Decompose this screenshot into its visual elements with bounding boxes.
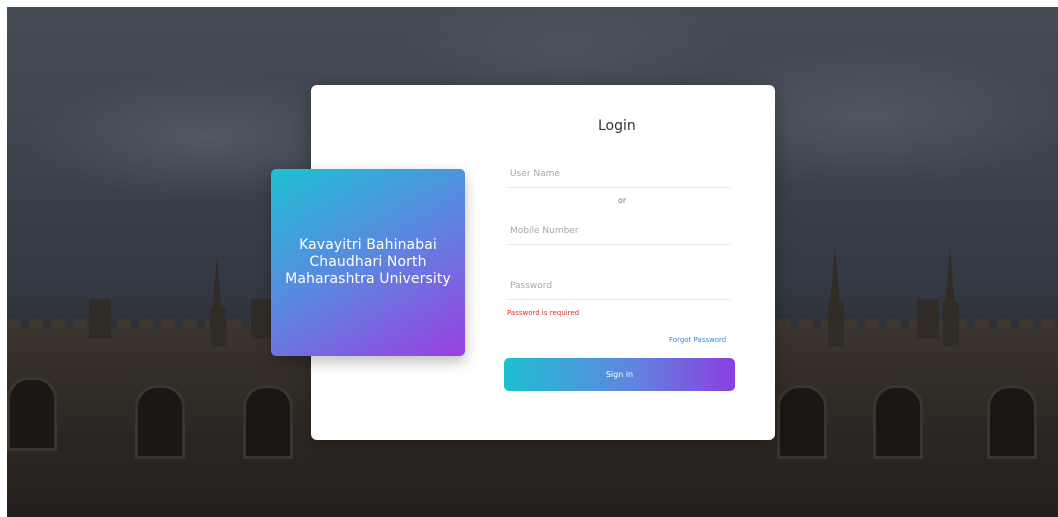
login-title: Login xyxy=(598,118,636,134)
username-field[interactable] xyxy=(508,161,733,188)
brand-panel: Kavayitri Bahinabai Chaudhari North Maha… xyxy=(271,169,465,356)
forgot-password-link[interactable]: Forgot Password xyxy=(669,336,726,344)
password-input[interactable] xyxy=(508,273,733,299)
or-separator: or xyxy=(618,196,627,205)
mobile-field[interactable] xyxy=(508,218,733,245)
mobile-input[interactable] xyxy=(508,218,733,244)
password-error: Password is required xyxy=(507,309,580,317)
sign-in-button[interactable]: Sign in xyxy=(504,358,735,391)
password-field[interactable] xyxy=(508,273,733,300)
username-input[interactable] xyxy=(508,161,733,187)
university-name: Kavayitri Bahinabai Chaudhari North Maha… xyxy=(285,237,451,287)
